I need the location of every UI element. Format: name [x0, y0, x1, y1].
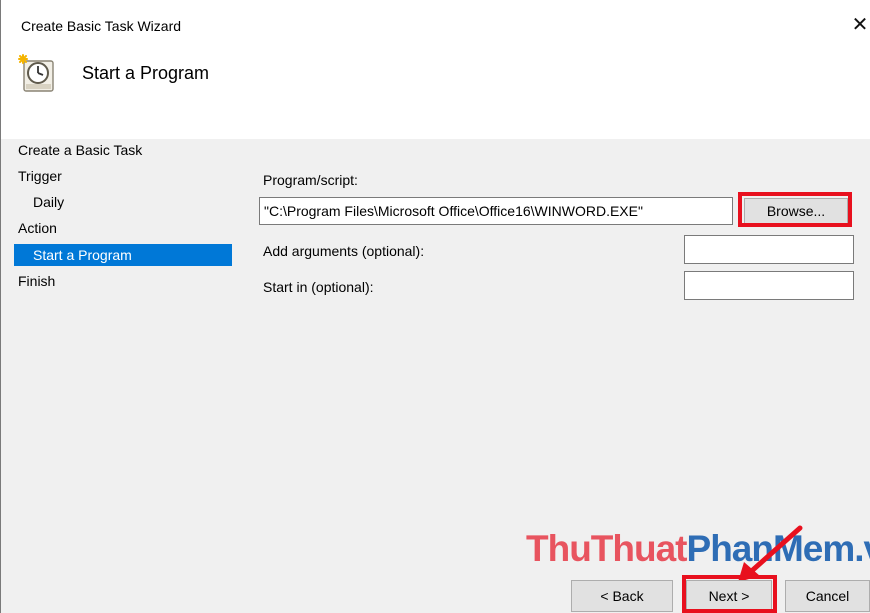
- task-scheduler-clock-icon: [18, 54, 54, 92]
- header-area: Create Basic Task Wizard ✕ Start a Progr…: [1, 0, 870, 139]
- wizard-steps: Create a Basic Task Trigger Daily Action…: [0, 139, 240, 613]
- program-script-input[interactable]: "C:\Program Files\Microsoft Office\Offic…: [259, 197, 733, 225]
- back-button[interactable]: < Back: [571, 580, 673, 612]
- program-script-label: Program/script:: [263, 172, 358, 188]
- start-in-input[interactable]: [684, 271, 854, 300]
- step-trigger: Trigger: [18, 168, 62, 184]
- step-finish: Finish: [18, 273, 56, 289]
- page-title: Start a Program: [82, 63, 210, 83]
- step-daily: Daily: [33, 194, 65, 210]
- browse-highlight: [738, 192, 852, 227]
- close-icon[interactable]: ✕: [849, 12, 870, 38]
- next-highlight: [682, 575, 777, 613]
- watermark-part3: .vn: [854, 528, 870, 569]
- add-arguments-input[interactable]: [684, 235, 854, 264]
- step-start-a-program: Start a Program: [14, 244, 232, 266]
- watermark-part1: ThuThuat: [526, 528, 688, 569]
- step-create-basic-task: Create a Basic Task: [18, 142, 143, 158]
- watermark-logo: ThuThuatPhanMem.vn: [526, 528, 870, 570]
- step-action: Action: [18, 220, 57, 236]
- wizard-window: Create Basic Task Wizard ✕ Start a Progr…: [0, 0, 870, 613]
- window-title: Create Basic Task Wizard: [21, 18, 182, 34]
- cancel-button[interactable]: Cancel: [785, 580, 870, 612]
- add-arguments-label: Add arguments (optional):: [263, 243, 425, 259]
- start-in-label: Start in (optional):: [263, 279, 374, 295]
